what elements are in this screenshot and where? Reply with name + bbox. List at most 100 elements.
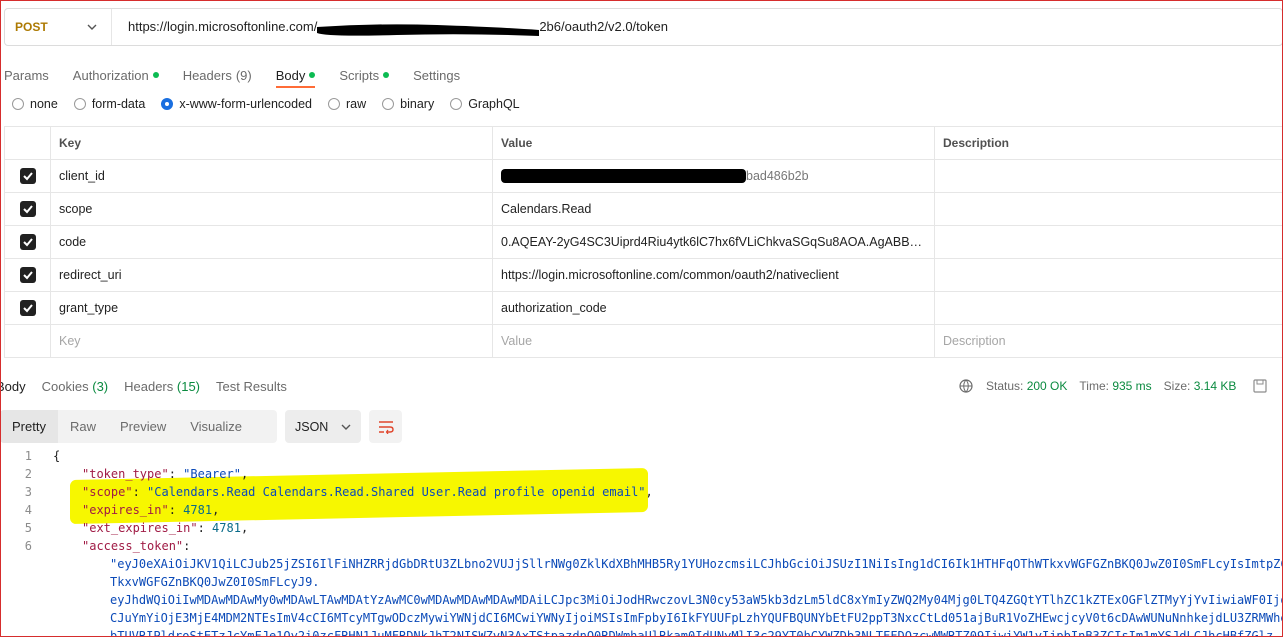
code-text: { [53, 449, 61, 463]
param-description[interactable] [934, 192, 1283, 226]
line-number: 3 [24, 485, 32, 499]
chevron-down-icon [341, 424, 351, 430]
checkmark-icon [19, 300, 36, 316]
json-number: 4781 [183, 503, 213, 517]
size-info[interactable]: Size: 3.14 KB [1164, 379, 1237, 393]
tab-authorization[interactable]: Authorization [73, 62, 159, 88]
tab-body[interactable]: Body [275, 62, 316, 88]
format-select[interactable]: JSON [285, 410, 361, 443]
value-placeholder[interactable]: Value [492, 324, 935, 358]
view-visualize[interactable]: Visualize [178, 410, 254, 443]
tab-label: Headers [124, 379, 174, 394]
param-value[interactable]: Calendars.Read [492, 192, 935, 226]
size-value: 3.14 KB [1193, 379, 1237, 393]
json-key: "scope" [82, 485, 133, 499]
row-checkbox[interactable] [4, 258, 51, 292]
tab-cookies[interactable]: Cookies (3) [42, 379, 108, 394]
redaction-mark [501, 169, 746, 184]
param-key[interactable]: scope [50, 192, 493, 226]
row-checkbox-empty [4, 324, 51, 358]
response-view-tabs: Pretty Raw Preview Visualize [0, 410, 277, 443]
body-type-radios: none form-data x-www-form-urlencoded raw… [12, 97, 520, 111]
line-number: 2 [24, 467, 32, 481]
status-value: 200 OK [1026, 379, 1068, 393]
response-code-viewer[interactable]: 1{ 2 "token_type": "Bearer", 3 "scope": "C… [0, 447, 1283, 637]
tab-label: Params [4, 67, 49, 83]
radio-icon [73, 98, 86, 110]
url-input[interactable]: https://login.microsoftonline.com/2b6/oa… [112, 19, 668, 36]
table-row-empty: Key Value Description [4, 324, 1283, 358]
time-label: Time: [1079, 379, 1109, 393]
tab-label: Settings [413, 67, 461, 83]
globe-icon[interactable] [958, 378, 974, 394]
tab-settings[interactable]: Settings [413, 62, 460, 88]
json-string: eyJhdWQiOiIwMDAwMDAwMy0wMDAwLTAwMDAtYzAw… [110, 593, 1283, 607]
json-string: TkxvWGFGZnBKQ0JwZ0I0SmFLcyJ9. [110, 575, 320, 589]
tab-count: (9) [235, 67, 252, 83]
param-key[interactable]: grant_type [50, 291, 493, 325]
param-value[interactable]: 0.AQEAY-2yG4SC3Uiprd4Riu4ytk6lC7hx6fVLiC… [492, 225, 935, 259]
method-select[interactable]: POST [5, 9, 112, 45]
size-label: Size: [1163, 379, 1191, 393]
line-number: 6 [24, 539, 32, 553]
checkmark-icon [19, 168, 36, 184]
view-preview[interactable]: Preview [108, 410, 178, 443]
radio-binary[interactable]: binary [382, 97, 434, 111]
param-key[interactable]: redirect_uri [50, 258, 493, 292]
view-raw[interactable]: Raw [58, 410, 108, 443]
params-table: Key Value Description client_id bad486b2… [4, 126, 1283, 358]
status-info[interactable]: Status: 200 OK [986, 379, 1067, 393]
param-description[interactable] [934, 159, 1283, 193]
wrap-lines-button[interactable] [369, 410, 402, 443]
param-value[interactable]: authorization_code [492, 291, 935, 325]
key-placeholder[interactable]: Key [50, 324, 493, 358]
tab-response-headers[interactable]: Headers (15) [124, 379, 200, 394]
method-label: POST [15, 20, 48, 34]
time-info[interactable]: Time: 935 ms [1079, 379, 1151, 393]
json-key: "token_type" [82, 467, 169, 481]
url-prefix: https://login.microsoftonline.com/ [128, 19, 318, 35]
tab-count: (3) [92, 379, 109, 394]
radio-none[interactable]: none [12, 97, 58, 111]
json-key: "access_token" [82, 539, 184, 553]
table-row: scope Calendars.Read [4, 192, 1283, 226]
param-description[interactable] [934, 258, 1283, 292]
json-string: bTUVRIPldroStETzJcYmFJe1Qy2i0zcFRHN1JuMF… [110, 629, 1274, 637]
line-number: 1 [24, 449, 32, 463]
json-string: CJuYmYiOjE3MjE4MDM2NTEsImV4cCI6MTcyMTgwO… [110, 611, 1283, 625]
param-value[interactable]: https://login.microsoftonline.com/common… [492, 258, 935, 292]
radio-raw[interactable]: raw [328, 97, 366, 111]
format-label: JSON [295, 419, 329, 434]
json-key: "expires_in" [82, 503, 169, 517]
param-key[interactable]: client_id [50, 159, 493, 193]
radio-label: GraphQL [468, 97, 520, 111]
row-checkbox[interactable] [4, 159, 51, 193]
param-description[interactable] [934, 225, 1283, 259]
radio-label: none [30, 97, 58, 111]
tab-test-results[interactable]: Test Results [216, 379, 287, 394]
param-value[interactable]: bad486b2b [492, 159, 935, 193]
row-checkbox[interactable] [4, 291, 51, 325]
header-key: Key [50, 126, 493, 160]
status-dot-icon [309, 72, 316, 78]
param-value-visible: bad486b2b [746, 168, 809, 183]
tab-label: Test Results [216, 379, 287, 394]
tab-scripts[interactable]: Scripts [339, 62, 390, 88]
param-key[interactable]: code [50, 225, 493, 259]
tab-headers[interactable]: Headers (9) [183, 62, 252, 88]
radio-form-data[interactable]: form-data [73, 97, 145, 111]
checkmark-icon [19, 201, 36, 217]
radio-x-www-form-urlencoded[interactable]: x-www-form-urlencoded [161, 97, 312, 111]
tab-response-body[interactable]: Body [0, 379, 26, 394]
json-key: "ext_expires_in" [82, 521, 198, 535]
description-placeholder[interactable]: Description [934, 324, 1283, 358]
url-redaction [317, 21, 540, 36]
row-checkbox[interactable] [4, 225, 51, 259]
save-response-icon[interactable] [1252, 378, 1268, 394]
response-status-bar: Status: 200 OK Time: 935 ms Size: 3.14 K… [958, 378, 1268, 394]
view-pretty[interactable]: Pretty [0, 410, 58, 443]
param-description[interactable] [934, 291, 1283, 325]
radio-graphql[interactable]: GraphQL [450, 97, 520, 111]
row-checkbox[interactable] [4, 192, 51, 226]
tab-params[interactable]: Params [4, 62, 49, 88]
